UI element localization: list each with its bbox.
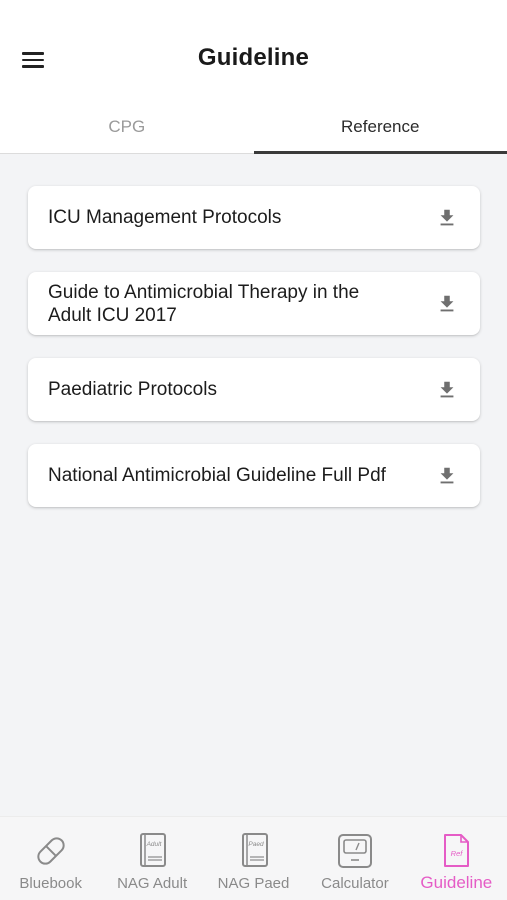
nav-item-calculator[interactable]: Calculator — [304, 817, 405, 900]
nav-label: NAG Adult — [117, 875, 188, 892]
download-icon[interactable] — [436, 465, 458, 487]
svg-text:Adult: Adult — [146, 841, 163, 848]
reference-item-label: ICU Management Protocols — [48, 207, 282, 228]
reference-item[interactable]: ICU Management Protocols — [28, 186, 480, 249]
book-adult-icon: Adult — [140, 833, 167, 867]
reference-item[interactable]: Paediatric Protocols — [28, 358, 480, 421]
nav-item-nag-adult[interactable]: Adult NAG Adult — [101, 817, 202, 900]
nav-label: Guideline — [420, 873, 493, 892]
svg-text:Ref: Ref — [451, 849, 464, 858]
reference-list: ICU Management Protocols Guide to Antimi… — [28, 186, 480, 530]
book-paed-icon: Paed — [241, 833, 268, 867]
nav-item-bluebook[interactable]: Bluebook — [0, 817, 101, 900]
reference-item[interactable]: Guide to Antimicrobial Therapy in the Ad… — [28, 272, 480, 335]
nav-item-nag-paed[interactable]: Paed NAG Paed — [203, 817, 304, 900]
nav-item-guideline[interactable]: Ref Guideline — [406, 817, 507, 900]
pill-icon — [37, 837, 65, 865]
tab-bar: CPG Reference — [0, 100, 507, 154]
app-header: Guideline — [0, 0, 507, 100]
reference-item-label: National Antimicrobial Guideline Full Pd… — [48, 465, 386, 486]
nav-label: NAG Paed — [217, 875, 290, 892]
reference-item-label: Paediatric Protocols — [48, 379, 217, 400]
svg-text:Paed: Paed — [248, 841, 264, 848]
reference-item[interactable]: National Antimicrobial Guideline Full Pd… — [28, 444, 480, 507]
download-icon[interactable] — [436, 379, 458, 401]
download-icon[interactable] — [436, 293, 458, 315]
ref-document-icon: Ref — [444, 834, 470, 867]
download-icon[interactable] — [436, 207, 458, 229]
nav-label: Bluebook — [19, 875, 82, 892]
bottom-nav: Bluebook Adult NAG Adult Paed NAG Paed C… — [0, 816, 507, 900]
reference-item-label: Guide to Antimicrobial Therapy in the Ad… — [48, 281, 360, 326]
nav-label: Calculator — [321, 875, 389, 892]
calculator-icon — [337, 834, 372, 868]
page-title: Guideline — [197, 44, 310, 71]
tab-cpg[interactable]: CPG — [0, 100, 254, 153]
tab-reference[interactable]: Reference — [253, 100, 507, 154]
